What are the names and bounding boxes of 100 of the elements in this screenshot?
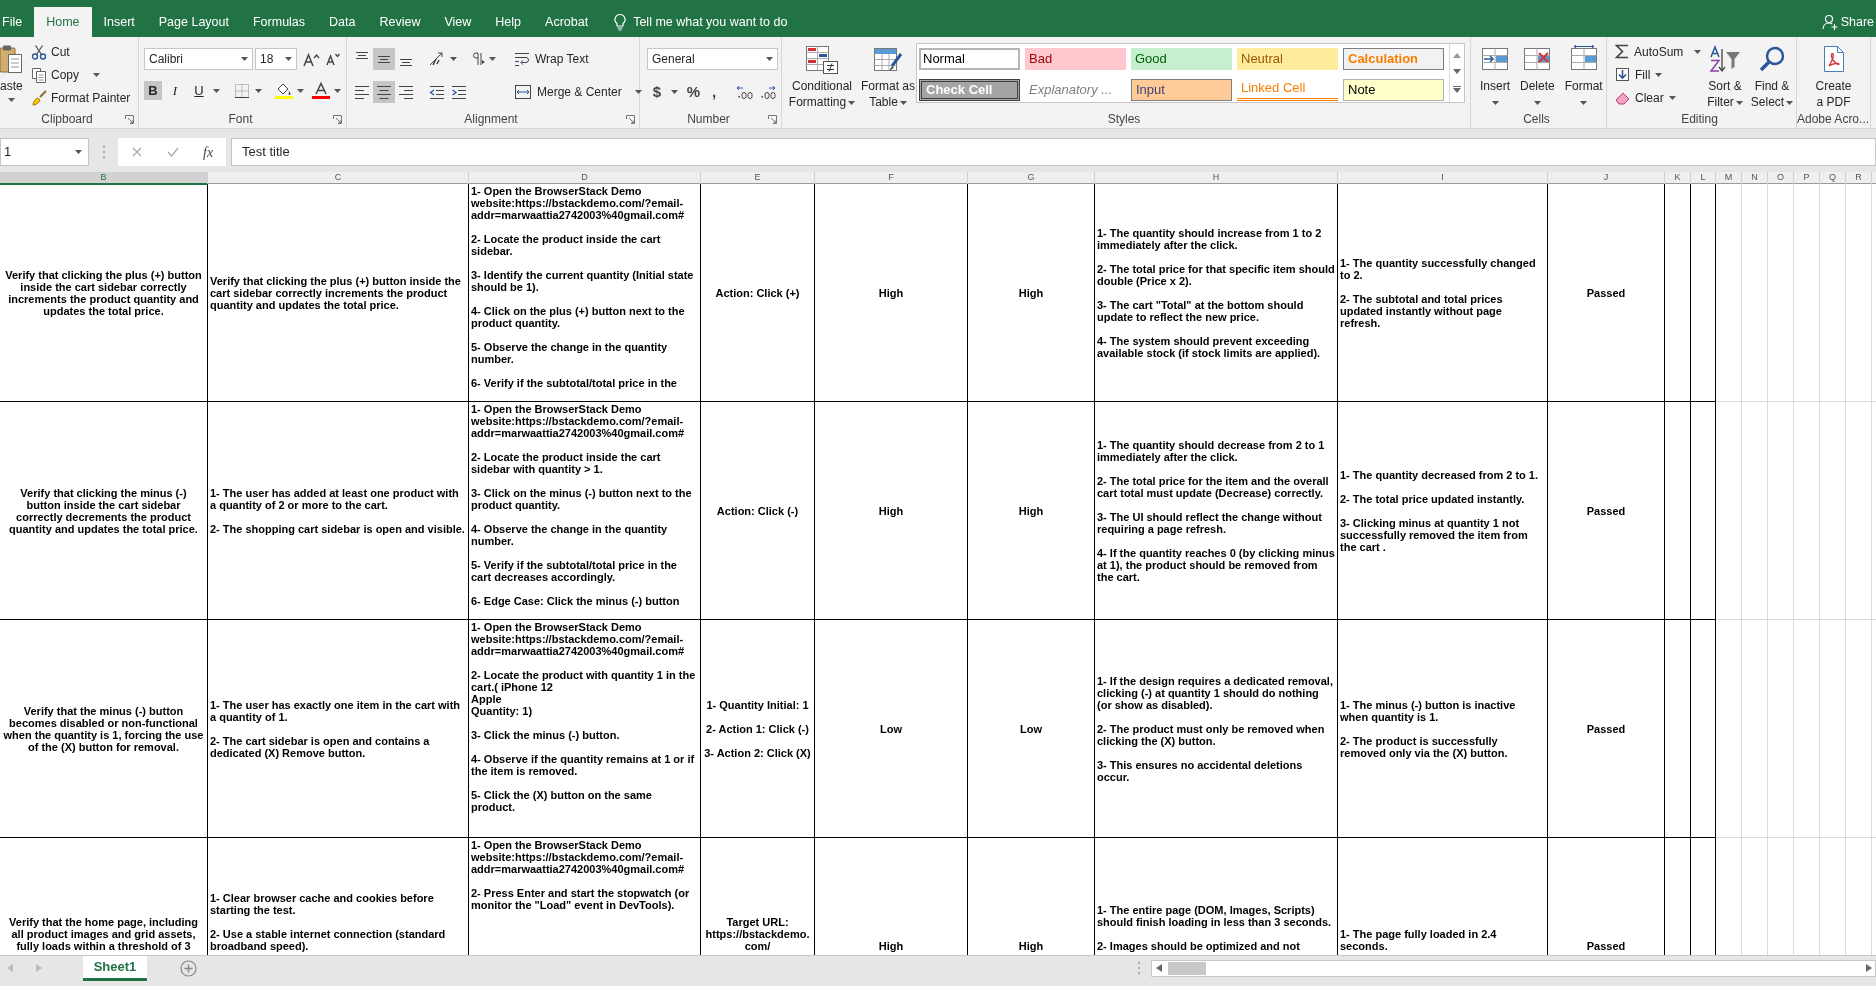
decrease-decimal-icon[interactable] xyxy=(759,84,777,100)
bold-button[interactable]: B xyxy=(144,81,162,100)
font-shrink-icon[interactable] xyxy=(326,52,341,66)
autosum-button[interactable]: AutoSum xyxy=(1615,40,1701,63)
table-cell: 1- If the design requires a dedicated removal, clicking (-) at quantity 1 should do nothing (or show as disabled). 2- The product must only be removed when clicking the (X) button. 3- This ensures no accidental deletions occur. xyxy=(1095,620,1338,838)
column-header[interactable]: R xyxy=(1846,172,1872,185)
sigma-icon xyxy=(1615,44,1629,59)
font-grow-icon[interactable] xyxy=(303,51,320,67)
column-header[interactable]: I xyxy=(1338,172,1548,185)
percent-button[interactable]: % xyxy=(686,81,701,103)
format-as-table-button[interactable]: Format as Table xyxy=(860,37,916,110)
comma-style-button[interactable]: , xyxy=(710,81,718,103)
more-icon[interactable] xyxy=(1453,85,1461,94)
caret-icon xyxy=(1786,100,1794,105)
column-header[interactable]: M xyxy=(1716,172,1742,185)
scroll-left-icon[interactable] xyxy=(1156,964,1162,972)
cell-style-button[interactable]: Neutral xyxy=(1237,48,1338,70)
cut-button[interactable]: Cut xyxy=(31,40,131,63)
ribbon-tab[interactable]: Insert xyxy=(91,7,147,37)
sort-filter-icon xyxy=(1709,45,1741,73)
column-header[interactable]: G xyxy=(968,172,1095,185)
column-header[interactable]: L xyxy=(1691,172,1716,185)
increase-decimal-icon[interactable] xyxy=(736,84,754,100)
format-button[interactable]: Format xyxy=(1564,37,1603,105)
cell-style-button[interactable]: Input xyxy=(1131,78,1232,101)
horizontal-scrollbar[interactable] xyxy=(1151,959,1876,977)
ribbon-tab[interactable]: Acrobat xyxy=(533,7,601,37)
scroll-down-icon[interactable] xyxy=(1453,69,1461,74)
name-box[interactable]: 1 xyxy=(0,138,89,166)
copy-button[interactable]: Copy xyxy=(31,63,131,86)
wrap-text-button[interactable]: Wrap Text xyxy=(514,48,589,70)
currency-button[interactable]: $ xyxy=(651,81,663,103)
check-icon[interactable] xyxy=(167,147,179,157)
align-middle-button[interactable] xyxy=(373,48,395,70)
table-cell: 1- The quantity should decrease from 2 to 1 immediately after the click. 2- The total price for the item and the overall cart total must update (Decrease) correctly. 3- The UI should reflect the change without requiring a page refresh. 4- If the quantity reaches 0 (by clicking minus at 1), the product should be removed from the cart. xyxy=(1095,402,1338,620)
format-painter-button[interactable]: Format Painter xyxy=(31,86,131,109)
dialog-launcher-icon[interactable] xyxy=(626,114,635,124)
scroll-up-icon[interactable] xyxy=(1453,52,1461,58)
clear-button[interactable]: Clear xyxy=(1615,86,1701,109)
column-header[interactable]: C xyxy=(208,172,469,185)
ribbon-tab[interactable]: File xyxy=(0,7,35,37)
dotted-grid-icon[interactable] xyxy=(234,82,250,99)
find-select-button[interactable]: Find & Select xyxy=(1749,37,1795,110)
formula-input[interactable]: Test title xyxy=(231,138,1876,166)
number-format-box[interactable]: General xyxy=(647,48,778,70)
column-header[interactable]: K xyxy=(1665,172,1691,185)
column-header[interactable]: B xyxy=(0,172,208,185)
font-size-box[interactable]: 18 xyxy=(255,48,297,70)
dialog-launcher-icon[interactable] xyxy=(768,114,777,124)
column-header[interactable]: E xyxy=(701,172,815,185)
scroll-right-icon[interactable] xyxy=(1866,964,1872,972)
align-center-button[interactable] xyxy=(373,81,395,103)
cell-style-button[interactable]: Good xyxy=(1131,48,1232,70)
group-label: Clipboard xyxy=(41,111,93,128)
insert-button[interactable]: Insert xyxy=(1480,37,1510,105)
add-sheet-icon[interactable] xyxy=(180,960,197,977)
column-header[interactable]: Q xyxy=(1820,172,1846,185)
fill-button[interactable]: Fill xyxy=(1615,63,1701,86)
ribbon-tab[interactable]: Review xyxy=(367,7,433,37)
ribbon-tab[interactable]: Home xyxy=(34,7,92,37)
font-color-icon[interactable] xyxy=(312,82,330,99)
conditional-formatting-button[interactable]: Conditional Formatting xyxy=(788,37,856,110)
table-cell: High xyxy=(968,402,1095,620)
ribbon-tab[interactable]: Formulas xyxy=(240,7,318,37)
column-header[interactable]: O xyxy=(1768,172,1794,185)
cell-style-button[interactable]: Bad xyxy=(1025,48,1126,70)
paste-button[interactable]: aste xyxy=(0,37,26,109)
table-cell: 1- Open the BrowserStack Demo website:https://bstackdemo.com/?email-addr=marwaattia2742003%40gmail.com# 2- Locate the product inside the cart sidebar. 3- Identify the current quantity (Initial state should be 1). 4- Click on the plus (+) button next to the product quantity. 5- Observe the change in the quantity number. 6- Verify if the subtotal/total price in the xyxy=(469,184,701,402)
cell-style-button[interactable]: Explanatory ... xyxy=(1025,78,1126,101)
table-cell: Low xyxy=(968,620,1095,838)
column-header[interactable]: D xyxy=(469,172,701,185)
ribbon-tab[interactable]: Help xyxy=(483,7,534,37)
share-button[interactable]: Share xyxy=(1821,7,1874,37)
column-header[interactable]: F xyxy=(815,172,968,185)
column-header[interactable]: N xyxy=(1742,172,1768,185)
column-header[interactable]: H xyxy=(1095,172,1338,185)
cell-style-button[interactable]: Note xyxy=(1343,78,1444,101)
increase-indent-icon[interactable] xyxy=(451,84,467,100)
ribbon-tab[interactable]: View xyxy=(432,7,484,37)
align-center-icon xyxy=(376,84,392,100)
ribbon-tab[interactable]: Page Layout xyxy=(146,7,241,37)
column-header[interactable]: P xyxy=(1794,172,1820,185)
create-pdf-button[interactable]: Create a PDF xyxy=(1810,37,1857,110)
sheet-tab[interactable]: Sheet1 xyxy=(83,956,147,981)
tell-me-search[interactable]: Tell me what you want to do xyxy=(613,7,788,37)
dialog-launcher-icon[interactable] xyxy=(333,114,342,124)
underline-button[interactable]: U xyxy=(190,81,208,100)
column-header[interactable]: J xyxy=(1548,172,1665,185)
italic-button[interactable]: I xyxy=(166,81,184,100)
cell-style-button[interactable]: Normal xyxy=(919,48,1020,70)
scrollbar-thumb[interactable] xyxy=(1168,961,1206,975)
decrease-indent-icon[interactable] xyxy=(429,84,445,100)
delete-button[interactable]: Delete xyxy=(1520,37,1555,105)
sort-filter-button[interactable]: Sort & Filter xyxy=(1703,37,1747,110)
dialog-launcher-icon[interactable] xyxy=(125,114,134,124)
merge-center-button[interactable]: Merge & Center xyxy=(514,81,642,103)
ribbon-tab[interactable]: Data xyxy=(317,7,368,37)
insert-function-button[interactable]: fx xyxy=(203,141,214,163)
paint-bucket-icon[interactable] xyxy=(275,82,293,99)
font-name-box[interactable]: Calibri xyxy=(144,48,253,70)
